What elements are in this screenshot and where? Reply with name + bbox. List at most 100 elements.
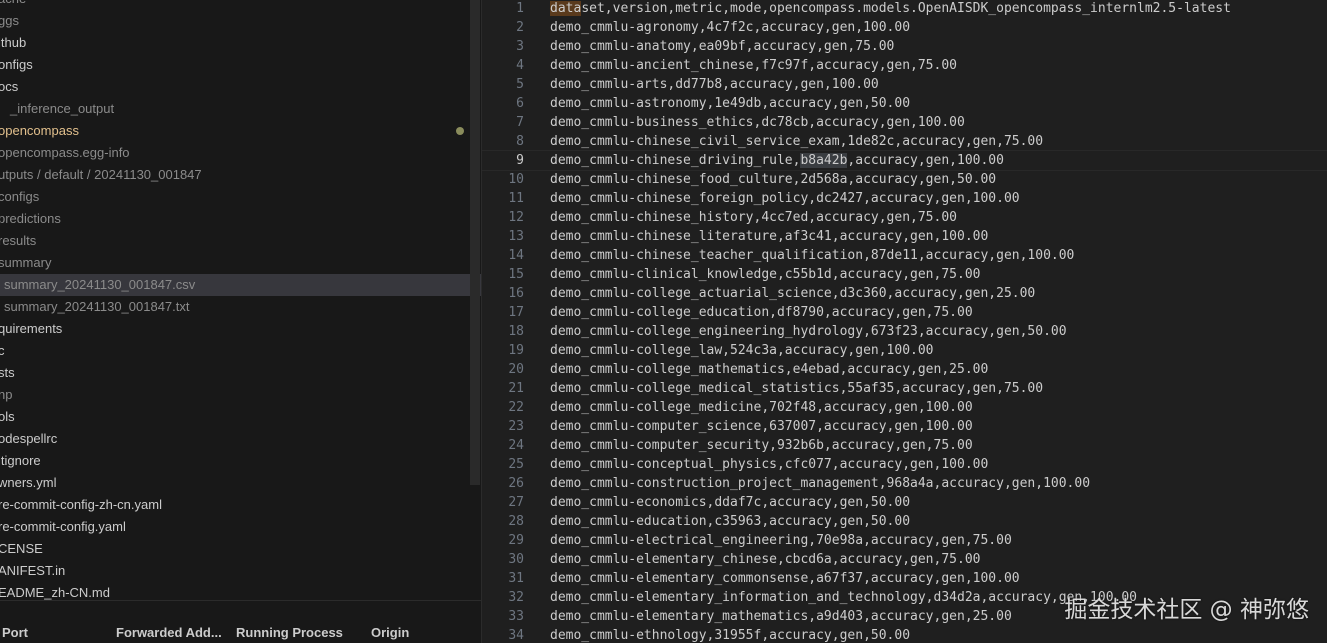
code-line[interactable]: 31 demo_cmmlu-elementary_commonsense,a67f… [482, 569, 1327, 588]
tree-item-label: re-commit-config.yaml [0, 519, 126, 534]
code-line[interactable]: 11 demo_cmmlu-chinese_foreign_policy,dc24… [482, 189, 1327, 208]
tree-item[interactable]: opencompass.egg-info [0, 142, 481, 164]
tree-item[interactable]: ocs [0, 76, 481, 98]
code-line[interactable]: 34 demo_cmmlu-ethnology,31955f,accuracy,g… [482, 626, 1327, 643]
code-line[interactable]: 15 demo_cmmlu-clinical_knowledge,c55b1d,a… [482, 265, 1327, 284]
line-text: demo_cmmlu-business_ethics,dc78cb,accura… [550, 115, 965, 130]
tree-item[interactable]: utputs / default / 20241130_001847 [0, 164, 481, 186]
tree-item[interactable]: wners.yml [0, 472, 481, 494]
tree-item[interactable]: c [0, 340, 481, 362]
code-line[interactable]: 3 demo_cmmlu-anatomy,ea09bf,accuracy,gen,… [482, 37, 1327, 56]
line-number: 15 [508, 267, 524, 282]
origin-column-header[interactable]: Origin [371, 625, 409, 640]
tree-item[interactable]: CENSE [0, 538, 481, 560]
line-text: demo_cmmlu-college_mathematics,e4ebad,ac… [550, 362, 989, 377]
tree-item[interactable]: predictions [0, 208, 481, 230]
tree-item[interactable]: summary_20241130_001847.txt [0, 296, 481, 318]
line-number: 8 [516, 134, 524, 149]
tree-item[interactable]: re-commit-config.yaml [0, 516, 481, 538]
tree-item[interactable]: opencompass [0, 120, 481, 142]
code-line[interactable]: 1 dataset,version,metric,mode,opencompass… [482, 0, 1327, 18]
code-line[interactable]: 29 demo_cmmlu-electrical_engineering,70e9… [482, 531, 1327, 550]
code-line[interactable]: 12 demo_cmmlu-chinese_history,4cc7ed,accu… [482, 208, 1327, 227]
code-line[interactable]: 10 demo_cmmlu-chinese_food_culture,2d568a… [482, 170, 1327, 189]
line-text: demo_cmmlu-construction_project_manageme… [550, 476, 1091, 491]
modified-dot-icon [456, 127, 464, 135]
code-line[interactable]: 14 demo_cmmlu-chinese_teacher_qualificati… [482, 246, 1327, 265]
code-line[interactable]: 8 demo_cmmlu-chinese_civil_service_exam,1… [482, 132, 1327, 151]
line-number: 7 [516, 115, 524, 130]
tree-item[interactable]: np [0, 384, 481, 406]
tree-item-label: ols [0, 409, 15, 424]
tree-item[interactable]: ache [0, 0, 481, 10]
tree-item[interactable]: ggs [0, 10, 481, 32]
code-line[interactable]: 24 demo_cmmlu-computer_security,932b6b,ac… [482, 436, 1327, 455]
code-line[interactable]: 13 demo_cmmlu-chinese_literature,af3c41,a… [482, 227, 1327, 246]
explorer-scrollbar[interactable] [470, 0, 480, 485]
line-text: demo_cmmlu-college_law,524c3a,accuracy,g… [550, 343, 934, 358]
code-line[interactable]: 2 demo_cmmlu-agronomy,4c7f2c,accuracy,gen… [482, 18, 1327, 37]
line-text: demo_cmmlu-education,c35963,accuracy,gen… [550, 514, 911, 529]
line-number: 16 [508, 286, 524, 301]
tree-item-label: c [0, 343, 5, 358]
tree-item[interactable]: quirements [0, 318, 481, 340]
tree-item-label: wners.yml [0, 475, 57, 490]
code-line[interactable]: 5 demo_cmmlu-arts,dd77b8,accuracy,gen,100… [482, 75, 1327, 94]
code-line[interactable]: 7 demo_cmmlu-business_ethics,dc78cb,accur… [482, 113, 1327, 132]
code-line[interactable]: 23 demo_cmmlu-computer_science,637007,acc… [482, 417, 1327, 436]
line-number: 11 [508, 191, 524, 206]
line-number: 31 [508, 571, 524, 586]
tree-item-label: np [0, 387, 13, 402]
tree-item[interactable]: ithub [0, 32, 481, 54]
code-line[interactable]: 18 demo_cmmlu-college_engineering_hydrolo… [482, 322, 1327, 341]
forwarded-address-column-header[interactable]: Forwarded Add... [116, 625, 222, 640]
line-number: 3 [516, 39, 524, 54]
tree-item-label: onfigs [0, 57, 33, 72]
line-number: 33 [508, 609, 524, 624]
code-line[interactable]: 19 demo_cmmlu-college_law,524c3a,accuracy… [482, 341, 1327, 360]
tree-item-label: ocs [0, 79, 19, 94]
code-editor[interactable]: 1 dataset,version,metric,mode,opencompass… [482, 0, 1327, 643]
tree-item[interactable]: itignore [0, 450, 481, 472]
tree-item-label: ache [0, 0, 26, 10]
code-line[interactable]: 4 demo_cmmlu-ancient_chinese,f7c97f,accur… [482, 56, 1327, 75]
code-line[interactable]: 17 demo_cmmlu-college_education,df8790,ac… [482, 303, 1327, 322]
tree-item[interactable]: summary [0, 252, 481, 274]
code-line[interactable]: 25 demo_cmmlu-conceptual_physics,cfc077,a… [482, 455, 1327, 474]
code-line[interactable]: 16 demo_cmmlu-college_actuarial_science,d… [482, 284, 1327, 303]
tree-item[interactable]: configs [0, 186, 481, 208]
tree-item[interactable]: ANIFEST.in [0, 560, 481, 582]
path-segment: 20241130_001847 [94, 167, 202, 182]
tree-item-label: configs [0, 189, 40, 204]
tree-item[interactable]: re-commit-config-zh-cn.yaml [0, 494, 481, 516]
code-line[interactable]: 6 demo_cmmlu-astronomy,1e49db,accuracy,ge… [482, 94, 1327, 113]
code-line[interactable]: 20 demo_cmmlu-college_mathematics,e4ebad,… [482, 360, 1327, 379]
tree-item-label: odespellrc [0, 431, 58, 446]
running-process-column-header[interactable]: Running Process [236, 625, 343, 640]
code-line[interactable]: 26 demo_cmmlu-construction_project_manage… [482, 474, 1327, 493]
tree-item[interactable]: results [0, 230, 481, 252]
tree-item-label: ggs [0, 13, 19, 28]
tree-item[interactable]: _inference_output [0, 98, 481, 120]
tree-item[interactable]: onfigs [0, 54, 481, 76]
code-line[interactable]: 30 demo_cmmlu-elementary_chinese,cbcd6a,a… [482, 550, 1327, 569]
tree-item-label: CENSE [0, 541, 43, 556]
tree-item[interactable]: summary_20241130_001847.csv [0, 274, 481, 296]
code-line[interactable]: 27 demo_cmmlu-economics,ddaf7c,accuracy,g… [482, 493, 1327, 512]
tree-item-label: opencompass [0, 123, 79, 138]
code-line[interactable]: 9 demo_cmmlu-chinese_driving_rule,b8a42b,… [482, 150, 1327, 171]
code-line[interactable]: 21 demo_cmmlu-college_medical_statistics,… [482, 379, 1327, 398]
line-text: demo_cmmlu-elementary_mathematics,a9d403… [550, 609, 1012, 624]
tree-item[interactable]: ols [0, 406, 481, 428]
tree-item[interactable]: sts [0, 362, 481, 384]
code-line[interactable]: 28 demo_cmmlu-education,c35963,accuracy,g… [482, 512, 1327, 531]
line-text: demo_cmmlu-chinese_history,4cc7ed,accura… [550, 210, 957, 225]
line-number: 21 [508, 381, 524, 396]
line-text: demo_cmmlu-conceptual_physics,cfc077,acc… [550, 457, 989, 472]
line-text: demo_cmmlu-elementary_chinese,cbcd6a,acc… [550, 552, 981, 567]
line-number: 28 [508, 514, 524, 529]
port-column-header[interactable]: Port [2, 625, 28, 640]
tree-item[interactable]: odespellrc [0, 428, 481, 450]
code-line[interactable]: 22 demo_cmmlu-college_medicine,702f48,acc… [482, 398, 1327, 417]
line-text: demo_cmmlu-clinical_knowledge,c55b1d,acc… [550, 267, 981, 282]
